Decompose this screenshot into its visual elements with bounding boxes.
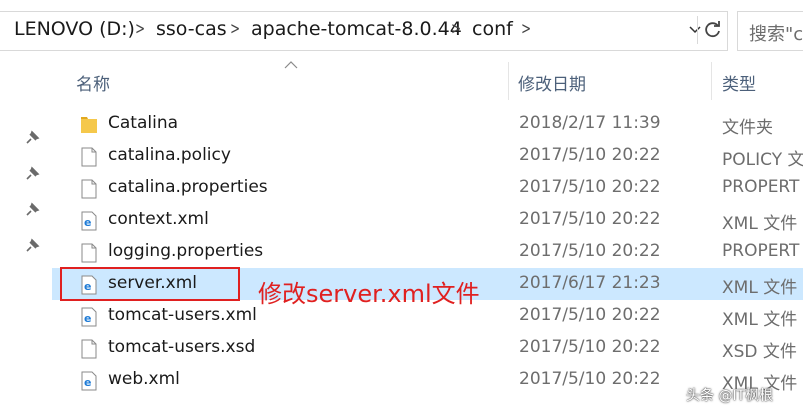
file-date: 2017/5/10 20:22: [519, 305, 661, 325]
column-divider[interactable]: [508, 62, 509, 100]
file-type: XML 文件: [722, 310, 798, 330]
svg-text:e: e: [84, 312, 91, 325]
file-date: 2017/5/10 20:22: [519, 145, 661, 165]
xml-file-icon: e: [81, 371, 97, 391]
navigation-pane: [0, 60, 52, 411]
file-date: 2017/5/10 20:22: [519, 241, 661, 261]
file-date: 2017/5/10 20:22: [519, 337, 661, 357]
breadcrumb-separator-icon[interactable]: >: [451, 19, 461, 39]
column-header-row: 名称 修改日期 类型: [52, 60, 803, 102]
file-icon: [81, 179, 97, 199]
breadcrumb-separator-icon[interactable]: >: [135, 19, 145, 39]
breadcrumb-item-drive[interactable]: LENOVO (D:): [14, 18, 135, 40]
file-name: web.xml: [108, 369, 180, 389]
file-name: logging.properties: [108, 241, 264, 261]
file-icon: [81, 339, 97, 359]
column-header-name[interactable]: 名称: [76, 70, 110, 95]
search-placeholder: 搜索"c: [749, 24, 803, 45]
file-date: 2017/6/17 21:23: [519, 273, 661, 293]
breadcrumb-item-sso-cas[interactable]: sso-cas: [156, 18, 227, 40]
list-item[interactable]: catalina.properties 2017/5/10 20:22 PROP…: [52, 172, 803, 204]
file-date: 2018/2/17 11:39: [519, 113, 661, 133]
search-input[interactable]: 搜索"c: [737, 11, 803, 51]
column-header-type[interactable]: 类型: [722, 70, 756, 95]
address-bar: LENOVO (D:) > sso-cas > apache-tomcat-8.…: [0, 0, 803, 60]
file-name: catalina.policy: [108, 145, 231, 165]
breadcrumb-separator-icon[interactable]: >: [521, 19, 531, 39]
file-name: context.xml: [108, 209, 209, 229]
refresh-icon[interactable]: [697, 16, 728, 44]
file-icon: [81, 147, 97, 167]
breadcrumb-item-tomcat[interactable]: apache-tomcat-8.0.44: [251, 18, 462, 40]
breadcrumb-item-conf[interactable]: conf: [472, 18, 513, 40]
file-type: POLICY 文: [722, 150, 803, 170]
sort-ascending-icon: [284, 61, 298, 69]
xml-file-icon: e: [81, 211, 97, 231]
xml-file-icon: e: [81, 307, 97, 327]
list-item[interactable]: tomcat-users.xsd 2017/5/10 20:22 XSD 文件: [52, 332, 803, 364]
file-date: 2017/5/10 20:22: [519, 177, 661, 197]
pin-icon[interactable]: [24, 130, 40, 146]
breadcrumb-separator-icon[interactable]: >: [230, 19, 240, 39]
file-date: 2017/5/10 20:22: [519, 209, 661, 229]
highlight-box: [60, 267, 240, 301]
svg-text:e: e: [84, 376, 91, 389]
file-date: 2017/5/10 20:22: [519, 369, 661, 389]
file-name: catalina.properties: [108, 177, 268, 197]
file-icon: [81, 243, 97, 263]
list-item[interactable]: e context.xml 2017/5/10 20:22 XML 文件: [52, 204, 803, 236]
watermark: 头条 @IT枫根: [686, 388, 774, 404]
file-name: tomcat-users.xsd: [108, 337, 256, 357]
annotation-text: 修改server.xml文件: [258, 280, 480, 308]
file-type: PROPERT: [722, 177, 800, 197]
file-type: PROPERT: [722, 241, 800, 261]
list-item[interactable]: Catalina 2018/2/17 11:39 文件夹: [52, 108, 803, 140]
file-name: tomcat-users.xml: [108, 305, 257, 325]
pin-icon[interactable]: [24, 238, 40, 254]
pin-icon[interactable]: [24, 166, 40, 182]
file-type: XML 文件: [722, 278, 798, 298]
file-type: XSD 文件: [722, 342, 797, 362]
list-item[interactable]: catalina.policy 2017/5/10 20:22 POLICY 文: [52, 140, 803, 172]
file-name: Catalina: [108, 113, 179, 133]
svg-text:e: e: [84, 216, 91, 229]
column-divider[interactable]: [711, 62, 712, 100]
column-header-modified[interactable]: 修改日期: [518, 70, 586, 95]
pin-icon[interactable]: [24, 202, 40, 218]
file-type: 文件夹: [722, 118, 773, 138]
list-item[interactable]: logging.properties 2017/5/10 20:22 PROPE…: [52, 236, 803, 268]
file-type: XML 文件: [722, 214, 798, 234]
folder-icon: [81, 117, 97, 133]
